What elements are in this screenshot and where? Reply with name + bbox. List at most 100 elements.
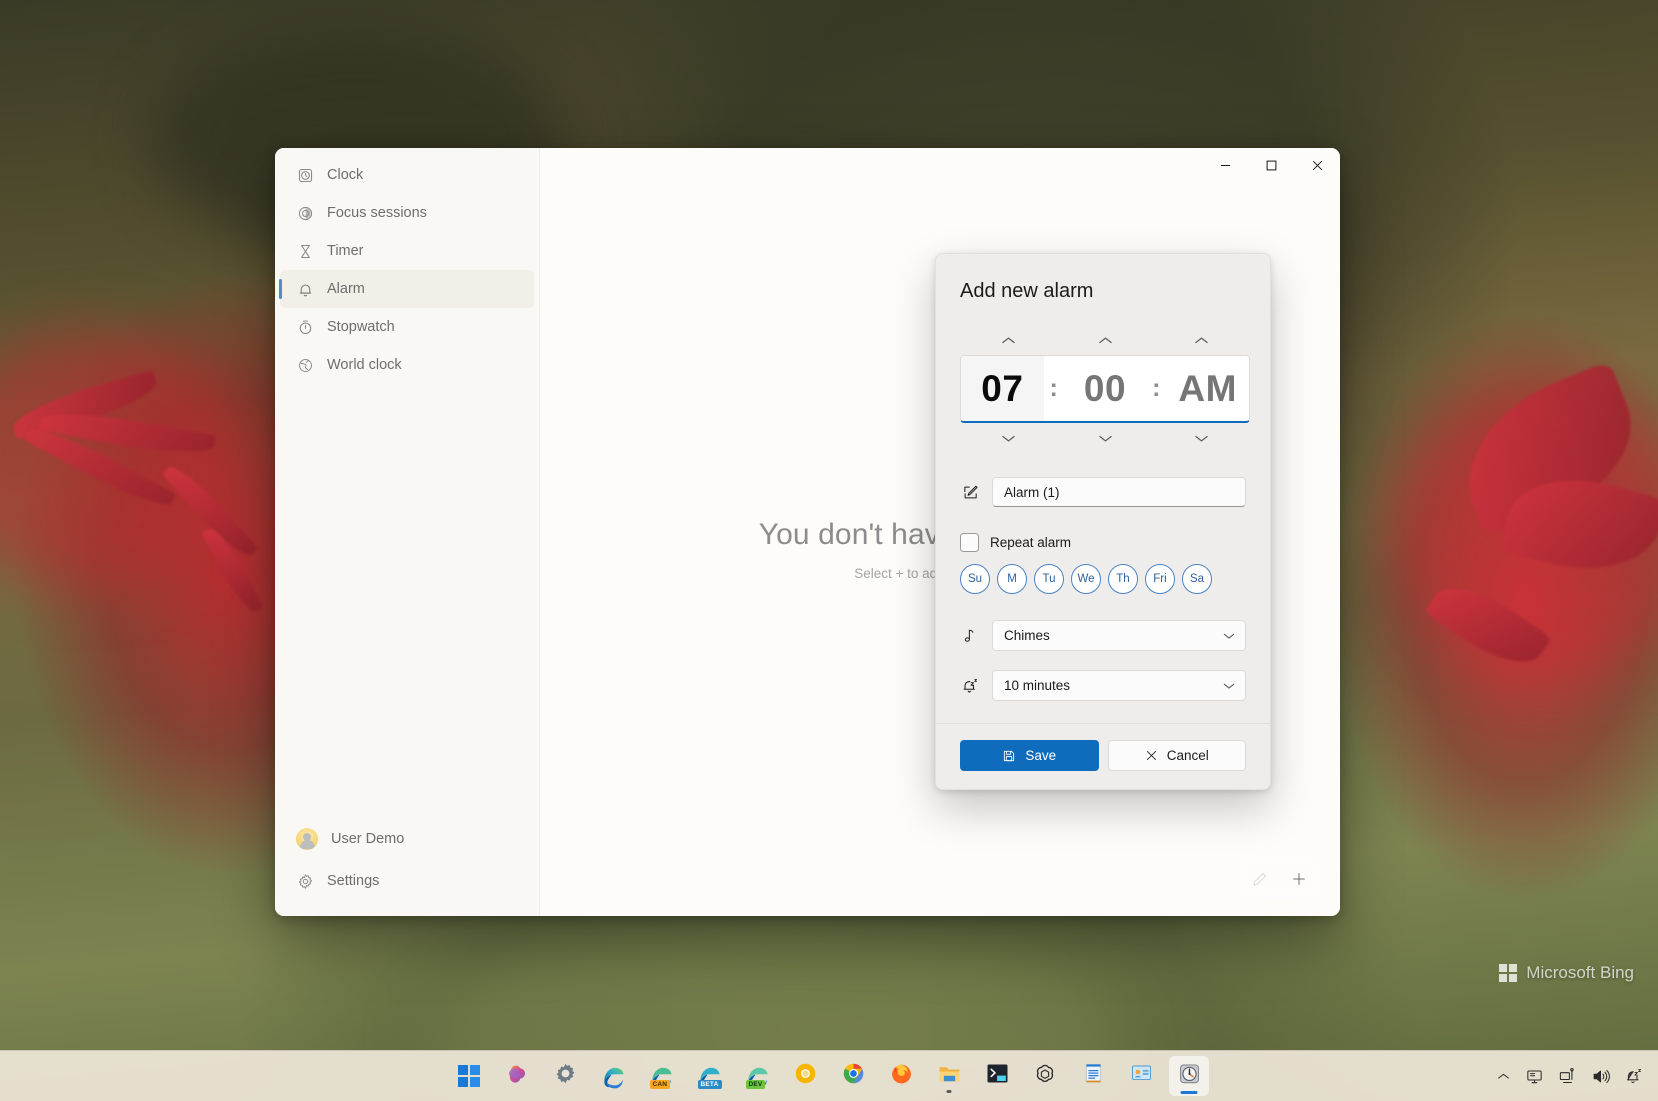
day-toggle-we[interactable]: We bbox=[1071, 564, 1101, 594]
snooze-value: 10 minutes bbox=[1004, 678, 1070, 693]
sidebar-item-user-demo[interactable]: User Demo bbox=[280, 818, 534, 860]
sidebar-item-timer[interactable]: Timer bbox=[280, 232, 534, 270]
wallpaper-blur-1 bbox=[0, 330, 240, 590]
remote-display-icon[interactable] bbox=[1520, 1060, 1549, 1092]
sidebar-item-label: Settings bbox=[327, 873, 379, 889]
time-decrement-row bbox=[960, 427, 1250, 449]
hour-segment[interactable]: 07 bbox=[961, 356, 1044, 421]
add-alarm-button[interactable] bbox=[1283, 863, 1315, 895]
taskbar-edge-dev-button[interactable]: DEV bbox=[737, 1056, 777, 1096]
sidebar-item-settings[interactable]: Settings bbox=[280, 860, 534, 902]
edit-alarm-button[interactable] bbox=[1244, 863, 1276, 895]
avatar-body bbox=[300, 840, 315, 849]
day-toggle-su[interactable]: Su bbox=[960, 564, 990, 594]
alarm-sound-value: Chimes bbox=[1004, 628, 1050, 643]
windows-start-icon bbox=[458, 1065, 481, 1088]
time-increment-row bbox=[960, 329, 1250, 351]
taskbar-file-explorer-button[interactable] bbox=[929, 1056, 969, 1096]
edge-beta-icon: BETA bbox=[697, 1064, 722, 1089]
show-hidden-icons-button[interactable] bbox=[1490, 1060, 1516, 1092]
gear-icon bbox=[296, 872, 314, 890]
taskbar-remote-desktop-button[interactable] bbox=[1121, 1056, 1161, 1096]
edge-dev-icon: DEV bbox=[745, 1064, 770, 1089]
taskbar-firefox-button[interactable] bbox=[881, 1056, 921, 1096]
taskbar-edge-beta-button[interactable]: BETA bbox=[689, 1056, 729, 1096]
taskbar-chatgpt-button[interactable] bbox=[1025, 1056, 1065, 1096]
taskbar-terminal-button[interactable] bbox=[977, 1056, 1017, 1096]
day-toggle-th[interactable]: Th bbox=[1108, 564, 1138, 594]
sidebar-item-focus-sessions[interactable]: Focus sessions bbox=[280, 194, 534, 232]
taskbar-center-group: CAN BETA bbox=[449, 1051, 1209, 1101]
period-segment[interactable]: AM bbox=[1166, 356, 1249, 421]
alarm-sound-dropdown[interactable]: Chimes bbox=[992, 620, 1246, 651]
sidebar-item-label: User Demo bbox=[331, 831, 404, 847]
dialog-footer: Save Cancel bbox=[936, 723, 1270, 789]
copilot-icon bbox=[505, 1062, 529, 1091]
alarm-name-input[interactable] bbox=[992, 477, 1246, 507]
taskbar: CAN BETA bbox=[0, 1050, 1658, 1101]
taskbar-start-button[interactable] bbox=[449, 1056, 489, 1096]
taskbar-edge-button[interactable] bbox=[593, 1056, 633, 1096]
taskbar-edge-canary-button[interactable]: CAN bbox=[641, 1056, 681, 1096]
sidebar-item-world-clock[interactable]: World clock bbox=[280, 346, 534, 384]
period-up-button[interactable] bbox=[1153, 329, 1250, 351]
globe-icon bbox=[296, 356, 314, 374]
network-icon[interactable] bbox=[1553, 1060, 1582, 1092]
edge-icon bbox=[601, 1064, 626, 1089]
sidebar-item-alarm[interactable]: Alarm bbox=[280, 270, 534, 308]
day-toggle-sa[interactable]: Sa bbox=[1182, 564, 1212, 594]
alarm-name-row bbox=[960, 477, 1246, 507]
dialog-body: Add new alarm bbox=[936, 254, 1270, 723]
remote-desktop-icon bbox=[1130, 1062, 1153, 1090]
minute-up-button[interactable] bbox=[1057, 329, 1154, 351]
avatar-icon bbox=[296, 828, 318, 850]
edge-canary-icon: CAN bbox=[649, 1064, 674, 1089]
sidebar-item-label: Timer bbox=[327, 243, 364, 259]
hour-up-button[interactable] bbox=[960, 329, 1057, 351]
maximize-button[interactable] bbox=[1248, 148, 1294, 182]
sidebar-item-label: Stopwatch bbox=[327, 319, 395, 335]
dialog-title: Add new alarm bbox=[960, 280, 1246, 303]
hour-down-button[interactable] bbox=[960, 427, 1057, 449]
time-separator-1: : bbox=[1044, 356, 1064, 421]
repeat-days-row: Su M Tu We Th Fri Sa bbox=[960, 564, 1246, 594]
taskbar-chrome-button[interactable] bbox=[833, 1056, 873, 1096]
notifications-icon[interactable] bbox=[1619, 1060, 1648, 1092]
taskbar-clock-button[interactable] bbox=[1169, 1056, 1209, 1096]
day-toggle-fri[interactable]: Fri bbox=[1145, 564, 1175, 594]
minimize-button[interactable] bbox=[1202, 148, 1248, 182]
period-down-button[interactable] bbox=[1153, 427, 1250, 449]
taskbar-copilot-button[interactable] bbox=[497, 1056, 537, 1096]
sidebar-item-clock[interactable]: Clock bbox=[280, 156, 534, 194]
close-icon bbox=[1145, 749, 1158, 762]
chevron-down-icon bbox=[1223, 682, 1235, 690]
system-tray bbox=[1490, 1051, 1648, 1101]
clock-app-window: Clock Focus sessions T bbox=[275, 148, 1340, 916]
gear-icon bbox=[554, 1062, 577, 1090]
volume-icon[interactable] bbox=[1586, 1060, 1615, 1092]
minute-segment[interactable]: 00 bbox=[1064, 356, 1147, 421]
repeat-alarm-label: Repeat alarm bbox=[990, 535, 1071, 550]
taskbar-settings-button[interactable] bbox=[545, 1056, 585, 1096]
taskbar-chrome-canary-button[interactable] bbox=[785, 1056, 825, 1096]
day-toggle-m[interactable]: M bbox=[997, 564, 1027, 594]
chrome-icon bbox=[841, 1061, 866, 1091]
snooze-dropdown[interactable]: 10 minutes bbox=[992, 670, 1246, 701]
sidebar-bottom-group: User Demo Settings bbox=[275, 818, 539, 916]
sidebar-item-stopwatch[interactable]: Stopwatch bbox=[280, 308, 534, 346]
taskbar-notepad-button[interactable] bbox=[1073, 1056, 1113, 1096]
action-bar bbox=[1240, 858, 1318, 900]
save-label: Save bbox=[1025, 748, 1056, 763]
time-display: 07 : 00 : AM bbox=[960, 355, 1250, 423]
close-button[interactable] bbox=[1294, 148, 1340, 182]
minute-down-button[interactable] bbox=[1057, 427, 1154, 449]
navigation-sidebar: Clock Focus sessions T bbox=[275, 148, 540, 916]
chrome-canary-icon bbox=[793, 1061, 818, 1091]
bing-watermark: Microsoft Bing bbox=[1499, 963, 1634, 983]
cancel-button[interactable]: Cancel bbox=[1108, 740, 1247, 771]
edge-canary-badge: CAN bbox=[650, 1080, 671, 1089]
save-button[interactable]: Save bbox=[960, 740, 1099, 771]
chatgpt-icon bbox=[1033, 1062, 1057, 1091]
day-toggle-tu[interactable]: Tu bbox=[1034, 564, 1064, 594]
repeat-alarm-checkbox[interactable] bbox=[960, 533, 979, 552]
